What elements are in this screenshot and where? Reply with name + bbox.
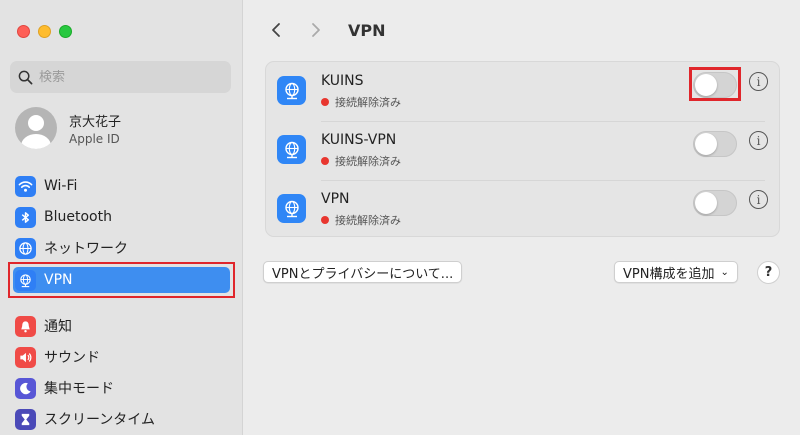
- search-icon: [18, 70, 33, 84]
- apple-id-account[interactable]: 京大花子 Apple ID: [15, 107, 121, 149]
- vpn-globe-icon: [277, 76, 306, 105]
- vpn-name: KUINS: [321, 73, 364, 89]
- search-input[interactable]: [39, 69, 219, 85]
- vpn-row-kuins: KUINS 接続解除済み i: [266, 62, 779, 121]
- main-content: VPN KUINS 接続解除済み i KUINS-VPN 接続解除済み i VP…: [244, 0, 800, 435]
- vpn-row-kuins-vpn: KUINS-VPN 接続解除済み i: [266, 121, 779, 180]
- account-name: 京大花子: [69, 114, 122, 130]
- sidebar-item-screen-time[interactable]: スクリーンタイム: [15, 405, 155, 433]
- sidebar-item-focus[interactable]: 集中モード: [15, 374, 114, 402]
- back-button[interactable]: [264, 18, 288, 42]
- account-subtitle: Apple ID: [69, 131, 120, 146]
- sidebar: 京大花子 Apple ID Wi-Fi Bluetooth ネットワーク VPN…: [0, 0, 243, 435]
- vpn-globe-icon: [277, 194, 306, 223]
- sidebar-item-label: サウンド: [44, 350, 100, 366]
- add-vpn-label: VPN構成を追加: [623, 266, 715, 282]
- search-field[interactable]: [10, 61, 231, 93]
- chevron-down-icon: ⌄: [720, 266, 729, 278]
- minimize-window-button[interactable]: [38, 25, 51, 38]
- sidebar-item-label: 通知: [44, 319, 72, 335]
- vpn-name: KUINS-VPN: [321, 132, 397, 148]
- vpn-name: VPN: [321, 191, 350, 207]
- vpn-status: 接続解除済み: [321, 212, 401, 228]
- sidebar-item-network[interactable]: ネットワーク: [15, 234, 128, 262]
- close-window-button[interactable]: [17, 25, 30, 38]
- sidebar-item-sound[interactable]: サウンド: [15, 343, 100, 371]
- sidebar-item-label: ネットワーク: [44, 241, 128, 257]
- info-icon[interactable]: i: [749, 131, 768, 150]
- vpn-list: KUINS 接続解除済み i KUINS-VPN 接続解除済み i VPN 接続…: [265, 61, 780, 237]
- info-icon[interactable]: i: [749, 190, 768, 209]
- avatar: [15, 107, 57, 149]
- zoom-window-button[interactable]: [59, 25, 72, 38]
- sidebar-item-label: VPN: [44, 272, 73, 288]
- toggle-highlight-box: [689, 67, 741, 101]
- sidebar-item-vpn[interactable]: VPN: [15, 266, 73, 294]
- hourglass-icon: [15, 408, 36, 430]
- sidebar-item-wifi[interactable]: Wi-Fi: [15, 172, 77, 200]
- add-vpn-configuration-button[interactable]: VPN構成を追加 ⌄: [614, 261, 738, 283]
- vpn-status: 接続解除済み: [321, 153, 401, 169]
- info-icon[interactable]: i: [749, 72, 768, 91]
- sidebar-item-bluetooth[interactable]: Bluetooth: [15, 203, 112, 231]
- speaker-icon: [15, 346, 36, 368]
- bell-icon: [15, 315, 36, 337]
- help-button[interactable]: ?: [757, 261, 780, 284]
- vpn-toggle[interactable]: [693, 190, 737, 216]
- page-title: VPN: [348, 20, 386, 40]
- status-dot: [321, 216, 329, 224]
- chevron-left-icon: [272, 23, 280, 37]
- sidebar-item-notifications[interactable]: 通知: [15, 312, 72, 340]
- sidebar-item-label: Wi-Fi: [44, 178, 78, 194]
- sidebar-item-label: Bluetooth: [44, 209, 112, 225]
- vpn-status: 接続解除済み: [321, 94, 401, 110]
- bluetooth-icon: [15, 206, 36, 228]
- vpn-row-vpn: VPN 接続解除済み i: [266, 180, 779, 239]
- vpn-globe-icon: [15, 269, 36, 291]
- moon-icon: [15, 377, 36, 399]
- vpn-status-text: 接続解除済み: [335, 96, 401, 109]
- vpn-privacy-button[interactable]: VPNとプライバシーについて...: [263, 261, 463, 283]
- vpn-status-text: 接続解除済み: [335, 155, 401, 168]
- vpn-toggle[interactable]: [693, 131, 737, 157]
- status-dot: [321, 98, 329, 106]
- status-dot: [321, 157, 329, 165]
- vpn-status-text: 接続解除済み: [335, 214, 401, 227]
- wifi-icon: [15, 175, 36, 197]
- chevron-right-icon: [312, 23, 320, 37]
- toolbar: VPN: [264, 18, 386, 42]
- window-controls: [17, 25, 72, 38]
- globe-icon: [15, 237, 36, 259]
- forward-button[interactable]: [304, 18, 328, 42]
- vpn-globe-icon: [277, 135, 306, 164]
- sidebar-item-label: スクリーンタイム: [44, 412, 156, 428]
- sidebar-item-label: 集中モード: [44, 381, 114, 397]
